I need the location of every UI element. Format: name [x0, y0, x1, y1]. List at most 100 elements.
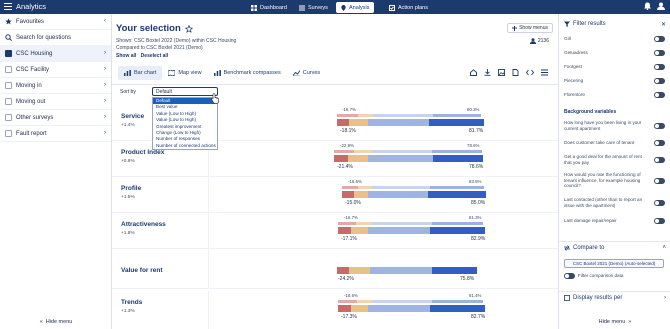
deselect-all-link[interactable]: Deselect all [141, 53, 169, 59]
ref-bar-positive [432, 300, 483, 303]
filter-row[interactable]: Does customer take care of tenant [564, 140, 666, 146]
filter-row[interactable]: Piecering [564, 78, 666, 84]
analysis-icon [341, 4, 346, 11]
filter-toggle[interactable] [654, 140, 665, 146]
checkbox[interactable] [5, 98, 12, 105]
sidebar-item-favourites[interactable]: Favourites ‹ [0, 14, 111, 30]
bar-chart-icon [124, 70, 131, 76]
ref-negative-label: -18.6% [344, 293, 358, 298]
filter-toggle[interactable] [654, 200, 665, 206]
chevron-right-icon[interactable]: › [664, 295, 666, 301]
filter-toggle[interactable] [654, 178, 665, 184]
home-icon[interactable] [470, 69, 477, 76]
filter-row[interactable]: Get a good deal for the amount of rent t… [564, 154, 666, 165]
filter-toggle[interactable] [654, 157, 665, 163]
filter-toggle[interactable] [654, 78, 665, 84]
sidebar-item-label: Fault report [16, 130, 47, 137]
tab-analysis[interactable]: Analysis [336, 2, 375, 13]
app-brand[interactable]: Analytics [4, 2, 46, 11]
compare-to-header[interactable]: Compare to ˄ [559, 241, 670, 253]
ref-bar-positive [432, 150, 482, 153]
embed-code-icon[interactable] [526, 69, 534, 76]
tab-surveys[interactable]: Surveys [294, 2, 333, 13]
filter-row[interactable]: Girl [564, 36, 666, 42]
tab-label: Map view [178, 70, 202, 76]
tab-action-plans[interactable]: Action plans [384, 2, 433, 13]
chevron-right-icon[interactable]: › [104, 50, 106, 56]
result-row[interactable]: Profile +1.5% -16.6% 83.5% -15.0% 85.0% [112, 177, 558, 213]
result-row[interactable]: Attractiveness +1.8% -16.7% 81.3% -17.1%… [112, 213, 558, 249]
checkbox[interactable] [5, 66, 12, 73]
checkbox[interactable] [5, 50, 12, 57]
bar-neutral [351, 305, 368, 312]
tab-benchmark-compasses[interactable]: Benchmark compasses [208, 66, 287, 80]
filter-row[interactable]: Last contacted (other than to report an … [564, 197, 666, 208]
chevron-left-icon[interactable]: ‹ [104, 18, 106, 24]
chevron-right-icon[interactable]: › [104, 98, 106, 104]
result-delta: +1.8% [121, 231, 135, 236]
chevron-right-icon[interactable]: › [104, 66, 106, 72]
sidebar-item-search[interactable]: Search for questions [0, 30, 111, 46]
filter-toggle[interactable] [654, 218, 665, 224]
sort-option[interactable]: Number of connected actions [153, 143, 217, 149]
download-icon[interactable] [484, 69, 491, 76]
filter-toggle[interactable] [654, 64, 665, 70]
checkbox[interactable] [5, 114, 12, 121]
user-icon[interactable] [657, 2, 665, 10]
bar-positive [429, 119, 484, 126]
filter-label: Last contacted (other than to report an … [564, 197, 643, 208]
chevron-right-icon[interactable]: › [104, 130, 106, 136]
hide-left-menu-button[interactable]: « Hide menu [0, 319, 112, 325]
filter-toggle[interactable] [654, 123, 665, 129]
image-export-icon[interactable] [498, 69, 505, 76]
ref-negative-label: -16.7% [344, 215, 358, 220]
compared-to-line: Compared to CSC Boxtel 2021 (Demo) [116, 45, 203, 51]
divider [112, 84, 558, 85]
filter-row[interactable]: Last damage repair/repair [564, 218, 666, 224]
tab-dashboard[interactable]: Dashboard [246, 2, 292, 13]
sidebar-item-other-surveys[interactable]: Other surveys › [0, 110, 111, 126]
result-row[interactable]: Value for rent -24.2% 75.8% [112, 249, 558, 289]
list-options-icon[interactable] [541, 69, 548, 76]
filter-results-header[interactable]: Filter results ✕ [559, 18, 670, 30]
filter-toggle[interactable] [654, 50, 665, 56]
filter-toggle[interactable] [654, 92, 665, 98]
tab-bar-chart[interactable]: Bar chart [118, 66, 163, 80]
sidebar-item-csc-housing[interactable]: CSC Housing › [0, 46, 111, 62]
tab-curves[interactable]: Curves [287, 66, 326, 80]
bell-icon[interactable] [644, 2, 651, 10]
chevron-up-icon[interactable]: ˄ [662, 245, 666, 251]
app-title: Analytics [16, 2, 47, 11]
sort-select[interactable]: Default [152, 87, 218, 96]
tab-map-view[interactable]: Map view [162, 66, 207, 80]
show-menus-button[interactable]: Show menus [507, 23, 553, 33]
compare-select[interactable]: CSC Boxtel 2021 (Demo) (Auto-selected) [564, 259, 664, 268]
ref-negative-label: -16.7% [342, 107, 356, 112]
app-menu-icon[interactable] [4, 3, 12, 10]
filter-comparison-row[interactable]: Filter comparison data [564, 273, 666, 279]
display-results-header[interactable]: Display results per › [559, 291, 670, 303]
result-row[interactable]: Trends +1.3% -18.6% 81.4% -17.3% 82.7% [112, 291, 558, 329]
chevron-right-icon[interactable]: › [104, 114, 106, 120]
pdf-export-icon[interactable] [512, 69, 519, 76]
filter-row[interactable]: Florentore [564, 92, 666, 98]
ref-bar-positive-light [373, 114, 433, 117]
divider [208, 177, 209, 213]
sidebar-item-moving-in[interactable]: Moving in › [0, 78, 111, 94]
filter-comparison-toggle[interactable] [564, 273, 575, 279]
sidebar-item-moving-out[interactable]: Moving out › [0, 94, 111, 110]
show-all-link[interactable]: Show all [116, 53, 136, 59]
checkbox[interactable] [5, 130, 12, 137]
hide-right-menu-button[interactable]: Hide menu » [559, 319, 670, 325]
filter-row[interactable]: How long have you been living in your cu… [564, 120, 666, 131]
filter-row[interactable]: How would you rate the functioning of te… [564, 172, 666, 189]
checkbox[interactable] [5, 82, 12, 89]
chevron-right-icon[interactable]: › [104, 82, 106, 88]
filter-row[interactable]: Getuadress [564, 50, 666, 56]
close-icon[interactable]: ✕ [661, 21, 666, 28]
filter-toggle[interactable] [654, 36, 665, 42]
sidebar-item-csc-facility[interactable]: CSC Facility › [0, 62, 111, 78]
star-outline-icon[interactable] [184, 24, 193, 33]
sidebar-item-fault-report[interactable]: Fault report › [0, 126, 111, 142]
filter-row[interactable]: Footgest [564, 64, 666, 70]
